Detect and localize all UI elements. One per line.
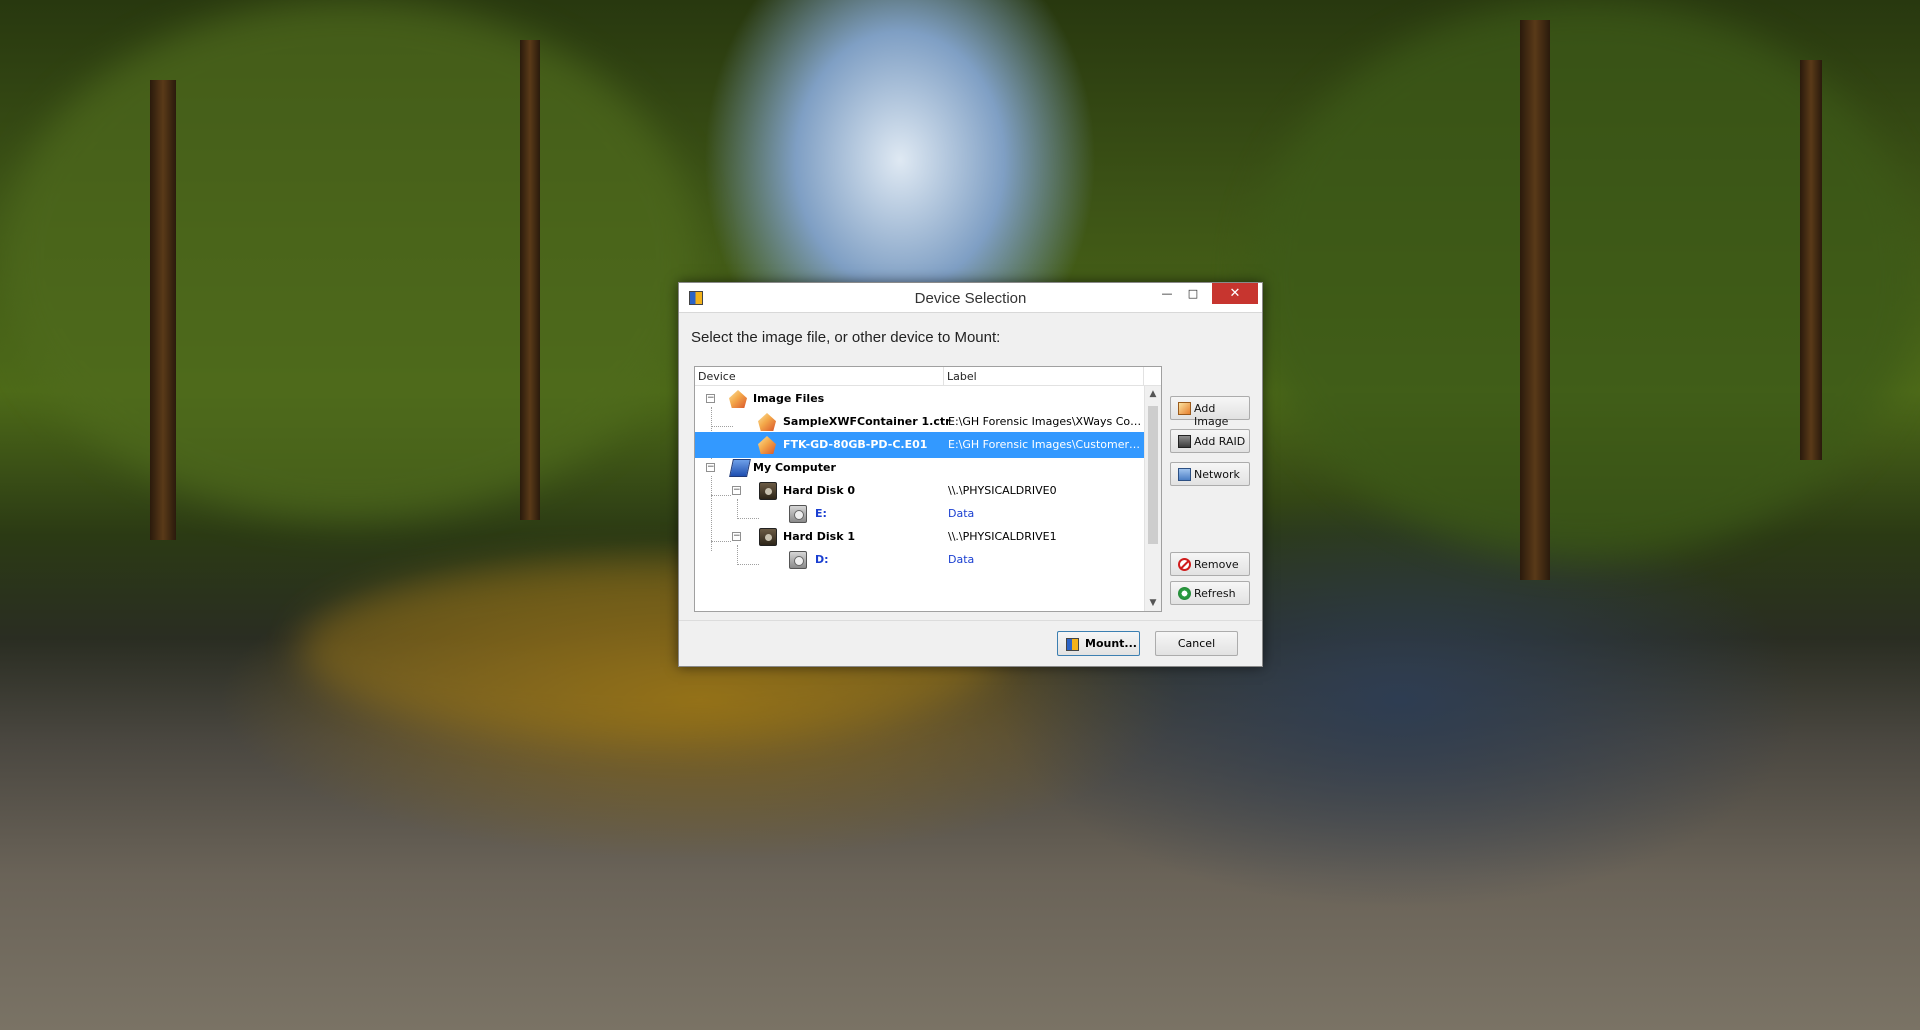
item-label: \\.\PHYSICALDRIVE0: [948, 484, 1057, 497]
item-name: My Computer: [753, 461, 836, 474]
vertical-scrollbar[interactable]: ▲ ▼: [1144, 386, 1161, 611]
item-label: E:\GH Forensic Images\XWays Cont...: [948, 415, 1143, 428]
item-label: Data: [948, 553, 975, 566]
dialog-footer: Mount... Cancel: [679, 620, 1262, 666]
scrollbar-thumb[interactable]: [1148, 406, 1158, 544]
volume-icon: [789, 551, 807, 569]
item-name: Hard Disk 0: [783, 484, 856, 497]
mount-button[interactable]: Mount...: [1057, 631, 1140, 656]
column-divider[interactable]: [1143, 367, 1144, 386]
button-label: Mount...: [1085, 637, 1137, 650]
list-item-volume[interactable]: D: Data: [695, 547, 1145, 573]
maximize-button[interactable]: □: [1180, 283, 1206, 304]
column-divider[interactable]: [943, 367, 944, 386]
add-raid-button[interactable]: Add RAID: [1170, 429, 1250, 453]
image-file-icon: [758, 413, 776, 431]
device-selection-dialog: Device Selection — □ ✕ Select the image …: [678, 282, 1263, 667]
scroll-down-icon[interactable]: ▼: [1145, 595, 1161, 611]
column-header-label[interactable]: Label: [947, 370, 977, 383]
item-label: \\.\PHYSICALDRIVE1: [948, 530, 1057, 543]
hard-disk-icon: [759, 528, 777, 546]
item-label: E:\GH Forensic Images\Customer I...: [948, 438, 1143, 451]
list-header: Device Label: [695, 367, 1161, 386]
network-icon: [1178, 468, 1191, 481]
item-name: FTK-GD-80GB-PD-C.E01: [783, 438, 928, 451]
remove-button[interactable]: Remove: [1170, 552, 1250, 576]
cancel-button[interactable]: Cancel: [1155, 631, 1238, 656]
refresh-icon: [1178, 587, 1191, 600]
add-image-button[interactable]: Add Image: [1170, 396, 1250, 428]
item-name: Hard Disk 1: [783, 530, 856, 543]
instruction-text: Select the image file, or other device t…: [691, 329, 1001, 346]
button-label: Remove: [1194, 558, 1239, 571]
tree-trunk-decor: [150, 80, 176, 540]
foliage-decor: [0, 0, 700, 520]
refresh-button[interactable]: Refresh: [1170, 581, 1250, 605]
tree-trunk-decor: [520, 40, 540, 520]
button-label: Add Image: [1194, 402, 1229, 428]
button-label: Network: [1194, 468, 1240, 481]
tree-trunk-decor: [1800, 60, 1822, 460]
device-list[interactable]: Device Label − Image Files SampleXWFCont…: [694, 366, 1162, 612]
collapse-toggle[interactable]: −: [732, 532, 741, 541]
volume-icon: [789, 505, 807, 523]
item-name: D:: [815, 553, 829, 566]
raid-icon: [1178, 435, 1191, 448]
collapse-toggle[interactable]: −: [732, 486, 741, 495]
item-name: SampleXWFContainer 1.ctr: [783, 415, 951, 428]
minimize-button[interactable]: —: [1154, 283, 1180, 304]
item-label: Data: [948, 507, 975, 520]
column-header-device[interactable]: Device: [698, 370, 736, 383]
hard-disk-icon: [759, 482, 777, 500]
item-name: E:: [815, 507, 827, 520]
item-name: Image Files: [753, 392, 825, 405]
tree-trunk-decor: [1520, 20, 1550, 580]
mount-icon: [1066, 638, 1079, 651]
add-image-icon: [1178, 402, 1191, 415]
title-bar[interactable]: Device Selection — □ ✕: [679, 283, 1262, 313]
close-button[interactable]: ✕: [1212, 283, 1258, 304]
collapse-toggle[interactable]: −: [706, 394, 715, 403]
computer-icon: [729, 459, 751, 477]
button-label: Add RAID: [1194, 435, 1246, 448]
image-file-icon: [758, 436, 776, 454]
network-button[interactable]: Network: [1170, 462, 1250, 486]
remove-icon: [1178, 558, 1191, 571]
button-label: Refresh: [1194, 587, 1236, 600]
collapse-toggle[interactable]: −: [706, 463, 715, 472]
image-files-icon: [729, 390, 747, 408]
scroll-up-icon[interactable]: ▲: [1145, 386, 1161, 402]
